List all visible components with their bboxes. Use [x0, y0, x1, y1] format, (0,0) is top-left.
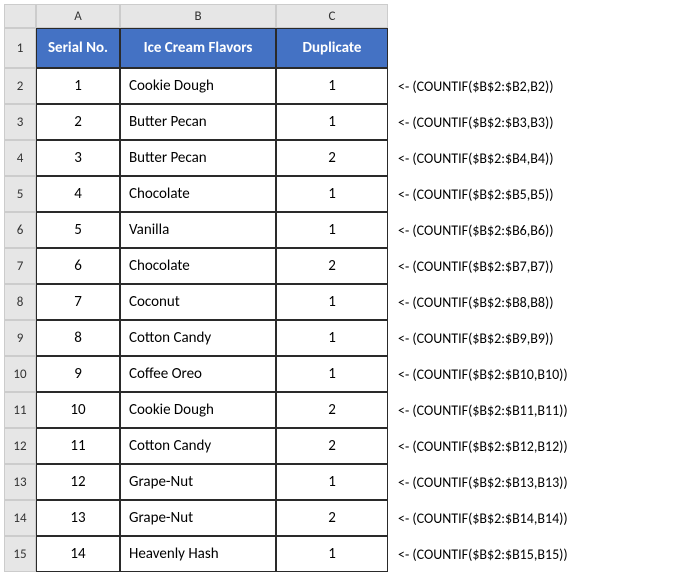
row-header-1[interactable]: 1 — [4, 28, 36, 68]
formula-annotation-5: <- (COUNTIF($B$2:$B5,B5)) — [388, 176, 695, 212]
cell-B12[interactable]: Cotton Candy — [120, 428, 276, 464]
row-header-10[interactable]: 10 — [4, 356, 36, 392]
cell-A12[interactable]: 11 — [36, 428, 120, 464]
header-flavors: Ice Cream Flavors — [120, 28, 276, 68]
row-header-8[interactable]: 8 — [4, 284, 36, 320]
cell-C10[interactable]: 1 — [276, 356, 388, 392]
col-header-formula — [388, 4, 695, 28]
cell-B8[interactable]: Coconut — [120, 284, 276, 320]
header-serial-no: Serial No. — [36, 28, 120, 68]
cell-C3[interactable]: 1 — [276, 104, 388, 140]
row-header-4[interactable]: 4 — [4, 140, 36, 176]
formula-annotation-9: <- (COUNTIF($B$2:$B9,B9)) — [388, 320, 695, 356]
row-header-15[interactable]: 15 — [4, 536, 36, 572]
cell-B4[interactable]: Butter Pecan — [120, 140, 276, 176]
formula-annotation-15: <- (COUNTIF($B$2:$B15,B15)) — [388, 536, 695, 572]
cell-A5[interactable]: 4 — [36, 176, 120, 212]
spreadsheet-grid: ABC1Serial No.Ice Cream FlavorsDuplicate… — [4, 4, 695, 572]
formula-annotation-14: <- (COUNTIF($B$2:$B14,B14)) — [388, 500, 695, 536]
formula-annotation-4: <- (COUNTIF($B$2:$B4,B4)) — [388, 140, 695, 176]
cell-A2[interactable]: 1 — [36, 68, 120, 104]
cell-C4[interactable]: 2 — [276, 140, 388, 176]
cell-C9[interactable]: 1 — [276, 320, 388, 356]
cell-C11[interactable]: 2 — [276, 392, 388, 428]
cell-A14[interactable]: 13 — [36, 500, 120, 536]
cell-B2[interactable]: Cookie Dough — [120, 68, 276, 104]
cell-A3[interactable]: 2 — [36, 104, 120, 140]
row-header-14[interactable]: 14 — [4, 500, 36, 536]
formula-annotation-12: <- (COUNTIF($B$2:$B12,B12)) — [388, 428, 695, 464]
cell-A8[interactable]: 7 — [36, 284, 120, 320]
cell-A13[interactable]: 12 — [36, 464, 120, 500]
cell-A9[interactable]: 8 — [36, 320, 120, 356]
cell-A10[interactable]: 9 — [36, 356, 120, 392]
cell-B3[interactable]: Butter Pecan — [120, 104, 276, 140]
cell-C12[interactable]: 2 — [276, 428, 388, 464]
corner-cell — [4, 4, 36, 28]
cell-B13[interactable]: Grape-Nut — [120, 464, 276, 500]
cell-C14[interactable]: 2 — [276, 500, 388, 536]
cell-A15[interactable]: 14 — [36, 536, 120, 572]
cell-B14[interactable]: Grape-Nut — [120, 500, 276, 536]
cell-B6[interactable]: Vanilla — [120, 212, 276, 248]
col-header-B[interactable]: B — [120, 4, 276, 28]
row-header-6[interactable]: 6 — [4, 212, 36, 248]
blank-top — [388, 28, 695, 68]
cell-C2[interactable]: 1 — [276, 68, 388, 104]
formula-annotation-6: <- (COUNTIF($B$2:$B6,B6)) — [388, 212, 695, 248]
row-header-3[interactable]: 3 — [4, 104, 36, 140]
cell-B5[interactable]: Chocolate — [120, 176, 276, 212]
col-header-C[interactable]: C — [276, 4, 388, 28]
cell-C15[interactable]: 1 — [276, 536, 388, 572]
cell-B10[interactable]: Coffee Oreo — [120, 356, 276, 392]
cell-B15[interactable]: Heavenly Hash — [120, 536, 276, 572]
cell-C5[interactable]: 1 — [276, 176, 388, 212]
row-header-12[interactable]: 12 — [4, 428, 36, 464]
cell-C13[interactable]: 1 — [276, 464, 388, 500]
formula-annotation-8: <- (COUNTIF($B$2:$B8,B8)) — [388, 284, 695, 320]
cell-A7[interactable]: 6 — [36, 248, 120, 284]
col-header-A[interactable]: A — [36, 4, 120, 28]
row-header-5[interactable]: 5 — [4, 176, 36, 212]
formula-annotation-3: <- (COUNTIF($B$2:$B3,B3)) — [388, 104, 695, 140]
formula-annotation-2: <- (COUNTIF($B$2:$B2,B2)) — [388, 68, 695, 104]
row-header-9[interactable]: 9 — [4, 320, 36, 356]
cell-B7[interactable]: Chocolate — [120, 248, 276, 284]
cell-C6[interactable]: 1 — [276, 212, 388, 248]
cell-C7[interactable]: 2 — [276, 248, 388, 284]
formula-annotation-10: <- (COUNTIF($B$2:$B10,B10)) — [388, 356, 695, 392]
formula-annotation-7: <- (COUNTIF($B$2:$B7,B7)) — [388, 248, 695, 284]
header-duplicate: Duplicate — [276, 28, 388, 68]
cell-B11[interactable]: Cookie Dough — [120, 392, 276, 428]
formula-annotation-13: <- (COUNTIF($B$2:$B13,B13)) — [388, 464, 695, 500]
row-header-7[interactable]: 7 — [4, 248, 36, 284]
row-header-13[interactable]: 13 — [4, 464, 36, 500]
cell-B9[interactable]: Cotton Candy — [120, 320, 276, 356]
cell-A6[interactable]: 5 — [36, 212, 120, 248]
cell-A11[interactable]: 10 — [36, 392, 120, 428]
formula-annotation-11: <- (COUNTIF($B$2:$B11,B11)) — [388, 392, 695, 428]
row-header-2[interactable]: 2 — [4, 68, 36, 104]
cell-A4[interactable]: 3 — [36, 140, 120, 176]
cell-C8[interactable]: 1 — [276, 284, 388, 320]
row-header-11[interactable]: 11 — [4, 392, 36, 428]
